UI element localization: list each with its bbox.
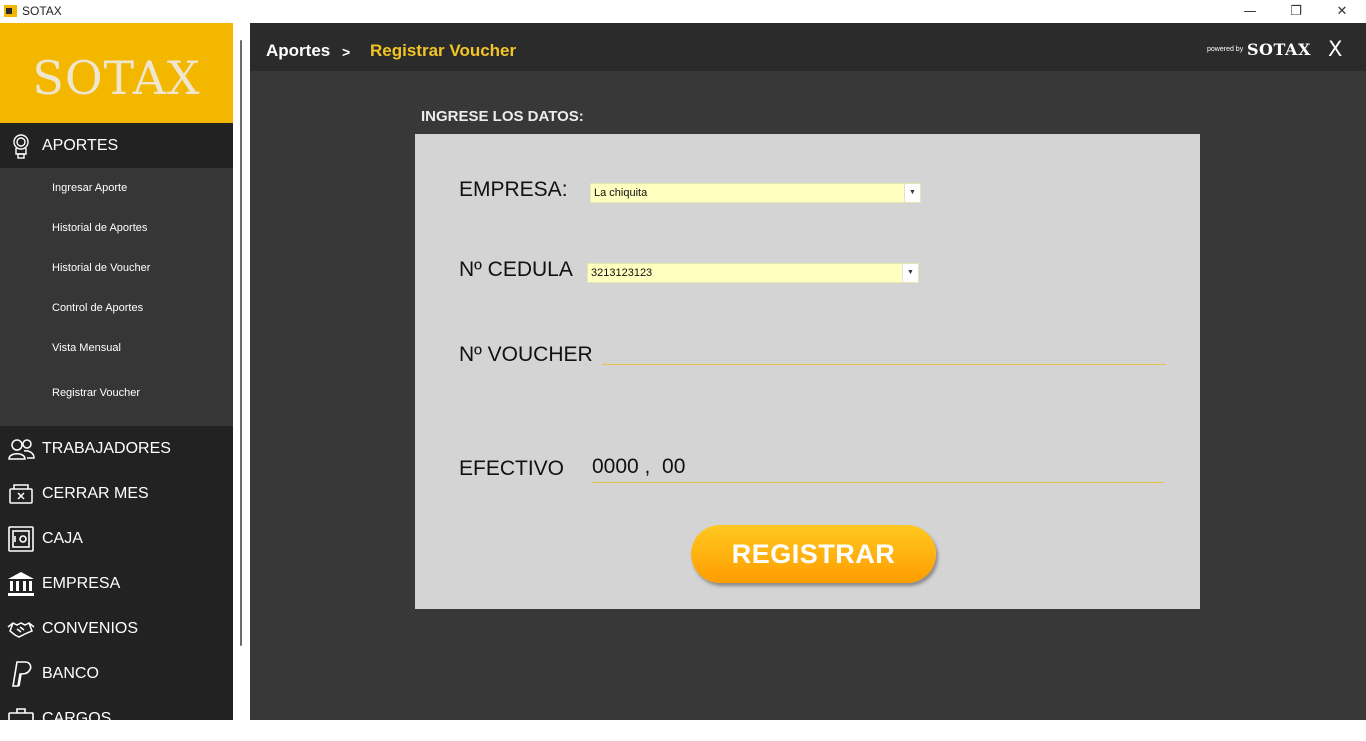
submenu-item-registrar-voucher[interactable]: Registrar Voucher (52, 387, 140, 399)
sidebar-item-label: CAJA (42, 529, 83, 547)
handshake-icon (6, 614, 36, 644)
cedula-label: Nº CEDULA (459, 258, 573, 281)
empresa-select[interactable]: La chiquita ▼ (590, 183, 921, 203)
efectivo-label: EFECTIVO (459, 457, 565, 480)
users-icon (6, 434, 36, 464)
empresa-select-value: La chiquita (594, 187, 648, 199)
sidebar-item-aportes[interactable]: APORTES (0, 123, 233, 168)
paypal-icon (6, 659, 36, 689)
chevron-down-icon[interactable]: ▼ (904, 184, 920, 202)
window-title: SOTAX (22, 4, 62, 18)
powered-by-label: powered by (1207, 46, 1244, 53)
sidebar-item-banco[interactable]: BANCO (0, 651, 233, 696)
sidebar-item-label: TRABAJADORES (42, 439, 171, 457)
sidebar-item-trabajadores[interactable]: TRABAJADORES (0, 426, 233, 471)
app-icon (4, 5, 17, 17)
submenu-item-historial-aportes[interactable]: Historial de Aportes (52, 222, 147, 234)
sidebar: SOTAX APORTES Ingresar Aporte Historial … (0, 23, 233, 730)
powered-by-brand: SOTAX (1247, 40, 1311, 59)
sidebar-item-label: APORTES (42, 136, 119, 154)
form-panel: EMPRESA: La chiquita ▼ Nº CEDULA 3213123… (415, 134, 1200, 609)
aportes-submenu: Ingresar Aporte Historial de Aportes His… (0, 168, 233, 426)
registrar-button[interactable]: REGISTRAR (691, 525, 936, 583)
sidebar-item-caja[interactable]: CAJA (0, 516, 233, 561)
breadcrumb-current: Registrar Voucher (370, 41, 517, 60)
sidebar-item-label: CONVENIOS (42, 619, 139, 637)
cash-register-icon (6, 479, 36, 509)
sidebar-scrollbar[interactable] (240, 40, 242, 646)
window-titlebar: SOTAX — ❐ ✕ (0, 0, 1366, 23)
sidebar-item-cerrar-mes[interactable]: CERRAR MES (0, 471, 233, 516)
briefcase-icon (6, 704, 36, 734)
cedula-select-value: 3213123123 (591, 267, 653, 279)
main-content: INGRESE LOS DATOS: EMPRESA: La chiquita … (250, 71, 1366, 720)
window-close-button[interactable]: ✕ (1319, 0, 1365, 23)
logo-text: SOTAX (32, 51, 201, 105)
form-heading: INGRESE LOS DATOS: (421, 108, 584, 125)
empresa-label: EMPRESA: (459, 178, 568, 201)
chevron-down-icon[interactable]: ▼ (902, 264, 918, 282)
sidebar-item-label: BANCO (42, 664, 99, 682)
sidebar-item-label: EMPRESA (42, 574, 121, 592)
cedula-select[interactable]: 3213123123 ▼ (587, 263, 919, 283)
sidebar-item-empresa[interactable]: EMPRESA (0, 561, 233, 606)
voucher-label: Nº VOUCHER (459, 343, 593, 366)
header-bar: Aportes > Registrar Voucher powered by S… (250, 23, 1366, 71)
submenu-item-historial-voucher[interactable]: Historial de Voucher (52, 262, 150, 274)
sidebar-item-cargos[interactable]: CARGOS (0, 696, 233, 741)
breadcrumb-root[interactable]: Aportes (266, 41, 330, 61)
sidebar-item-label: CARGOS (42, 709, 112, 727)
breadcrumb-separator: > (342, 44, 351, 60)
efectivo-input[interactable] (592, 451, 1164, 483)
bank-icon (6, 569, 36, 599)
sidebar-item-label: CERRAR MES (42, 484, 149, 502)
safe-icon (6, 524, 36, 554)
close-view-button[interactable]: X (1328, 37, 1342, 61)
sidebar-item-convenios[interactable]: CONVENIOS (0, 606, 233, 651)
logo: SOTAX (0, 23, 233, 123)
submenu-item-ingresar-aporte[interactable]: Ingresar Aporte (52, 182, 127, 194)
submenu-item-vista-mensual[interactable]: Vista Mensual (52, 342, 121, 354)
coins-icon (6, 131, 36, 161)
minimize-button[interactable]: — (1227, 0, 1273, 23)
maximize-button[interactable]: ❐ (1273, 0, 1319, 23)
voucher-input[interactable] (602, 337, 1166, 365)
submenu-item-control-aportes[interactable]: Control de Aportes (52, 302, 143, 314)
